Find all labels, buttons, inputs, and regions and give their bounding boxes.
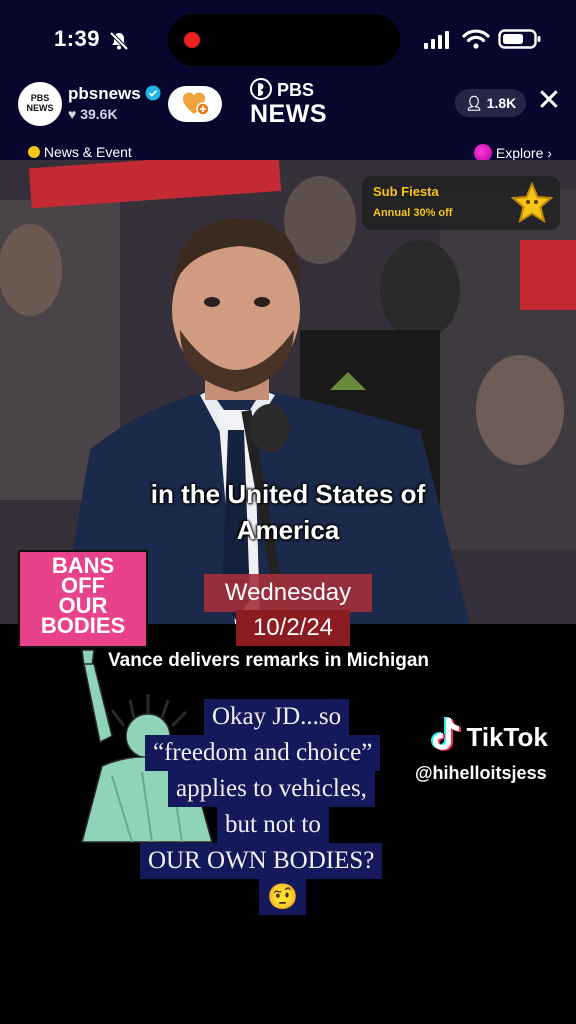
avatar-text: PBS NEWS [26, 93, 54, 113]
sign-line-4: BODIES [40, 613, 126, 638]
caption-line-2: America [236, 515, 340, 545]
chevron-right-icon: › [547, 145, 552, 161]
date-day: Wednesday [204, 574, 372, 612]
comment-emoji: 🤨 [259, 879, 307, 915]
promo-subtitle: Annual 30% off [373, 207, 453, 219]
viewer-count-value: 1.8K [486, 95, 517, 111]
logo-line2: NEWS [250, 100, 327, 128]
bell-muted-icon [109, 31, 129, 51]
pbs-head-icon [250, 78, 272, 100]
tiktok-logo-icon [431, 717, 461, 751]
bans-off-our-bodies-sign: BANS OFF OUR BODIES [18, 550, 148, 648]
signal-icon [424, 31, 449, 49]
likes-value: 39.6K [80, 106, 118, 122]
comment-line-1: Okay JD...so [204, 699, 350, 735]
comment-line-4: but not to [217, 807, 329, 843]
battery-icon [498, 29, 541, 49]
creator-handle: @hihelloitsjess [415, 763, 547, 783]
account-name-label: pbsnews [68, 84, 141, 103]
tiktok-watermark: TikTok [428, 716, 548, 754]
sub-fiesta-promo[interactable]: Sub Fiesta Annual 30% off [362, 176, 560, 230]
wifi-icon [462, 29, 490, 49]
category-icon [28, 146, 40, 158]
comment-line-5: OUR OWN BODIES? [140, 843, 383, 879]
category-tag[interactable]: News & Event [28, 144, 132, 160]
comment-line-3: applies to vehicles, [168, 771, 375, 807]
heart-icon: ♥ [68, 106, 77, 122]
verified-badge-icon [145, 85, 161, 101]
date-value: 10/2/24 [236, 610, 350, 646]
status-time: 1:39 [54, 26, 101, 51]
date-label: Wednesday 10/2/24 [204, 574, 372, 646]
pbs-news-logo: PBS NEWS [250, 78, 327, 128]
heart-plus-icon [183, 92, 210, 116]
recording-indicator-icon [184, 32, 200, 48]
comment-line-2: “freedom and choice” [145, 735, 381, 771]
follow-button[interactable] [168, 86, 222, 122]
likes-count: ♥ 39.6K [68, 106, 118, 122]
tiktok-wordmark: TikTok [466, 722, 548, 752]
category-label: News & Event [43, 144, 132, 160]
caption-line-1: in the United States of [150, 479, 426, 509]
account-avatar[interactable]: PBS NEWS [18, 82, 62, 126]
logo-line1: PBS [277, 80, 315, 100]
account-name[interactable]: pbsnews [68, 84, 161, 104]
explore-label: Explore [495, 145, 544, 161]
star-icon [510, 182, 554, 224]
close-icon[interactable]: ✕ [534, 84, 564, 118]
video-caption: in the United States of America [100, 476, 476, 548]
dynamic-island [168, 14, 400, 66]
promo-title: Sub Fiesta [373, 184, 439, 199]
person-icon: 👤︎ [465, 95, 483, 111]
viewer-count[interactable]: 👤︎ 1.8K [455, 89, 527, 117]
